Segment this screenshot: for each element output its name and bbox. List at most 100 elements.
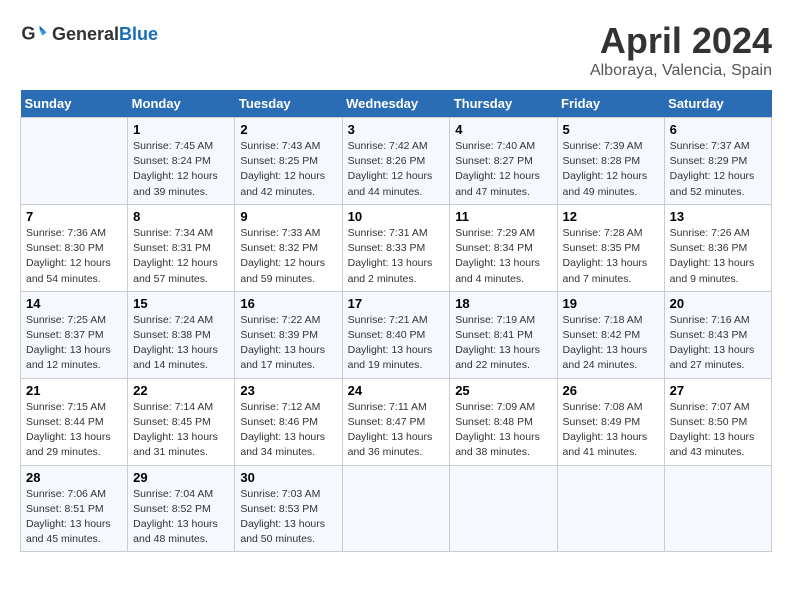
day-number: 12 bbox=[563, 209, 659, 224]
week-row-2: 14 Sunrise: 7:25 AMSunset: 8:37 PMDayligh… bbox=[21, 291, 772, 378]
day-info: Sunrise: 7:09 AMSunset: 8:48 PMDaylight:… bbox=[455, 400, 551, 461]
week-row-3: 21Sunrise: 7:15 AMSunset: 8:44 PMDayligh… bbox=[21, 378, 772, 465]
calendar-cell: 25 Sunrise: 7:09 AMSunset: 8:48 PMDayligh… bbox=[450, 378, 557, 465]
day-number: 1 bbox=[133, 122, 229, 137]
day-number: 26 bbox=[563, 383, 659, 398]
calendar-cell bbox=[342, 465, 450, 552]
calendar-cell bbox=[450, 465, 557, 552]
calendar-cell: 16Sunrise: 7:22 AMSunset: 8:39 PMDayligh… bbox=[235, 291, 342, 378]
header-cell-monday: Monday bbox=[128, 90, 235, 118]
header-row: SundayMondayTuesdayWednesdayThursdayFrid… bbox=[21, 90, 772, 118]
day-number: 13 bbox=[670, 209, 766, 224]
day-info: Sunrise: 7:24 AMSunset: 8:38 PMDaylight:… bbox=[133, 313, 229, 374]
day-info: Sunrise: 7:08 AMSunset: 8:49 PMDaylight:… bbox=[563, 400, 659, 461]
day-number: 20 bbox=[670, 296, 766, 311]
calendar-cell: 13 Sunrise: 7:26 AMSunset: 8:36 PMDayligh… bbox=[664, 204, 771, 291]
week-row-4: 28 Sunrise: 7:06 AMSunset: 8:51 PMDayligh… bbox=[21, 465, 772, 552]
day-number: 23 bbox=[240, 383, 336, 398]
day-number: 9 bbox=[240, 209, 336, 224]
day-number: 18 bbox=[455, 296, 551, 311]
day-number: 29 bbox=[133, 470, 229, 485]
header-cell-sunday: Sunday bbox=[21, 90, 128, 118]
day-info: Sunrise: 7:26 AMSunset: 8:36 PMDaylight:… bbox=[670, 226, 766, 287]
day-info: Sunrise: 7:43 AMSunset: 8:25 PMDaylight:… bbox=[240, 139, 336, 200]
calendar-cell: 1Sunrise: 7:45 AMSunset: 8:24 PMDaylight… bbox=[128, 118, 235, 205]
calendar-cell: 12 Sunrise: 7:28 AMSunset: 8:35 PMDayligh… bbox=[557, 204, 664, 291]
calendar-cell: 17 Sunrise: 7:21 AMSunset: 8:40 PMDayligh… bbox=[342, 291, 450, 378]
day-number: 30 bbox=[240, 470, 336, 485]
calendar-cell: 9 Sunrise: 7:33 AMSunset: 8:32 PMDaylight… bbox=[235, 204, 342, 291]
calendar-cell: 26 Sunrise: 7:08 AMSunset: 8:49 PMDayligh… bbox=[557, 378, 664, 465]
day-info: Sunrise: 7:11 AMSunset: 8:47 PMDaylight:… bbox=[348, 400, 445, 461]
day-info: Sunrise: 7:25 AMSunset: 8:37 PMDaylight:… bbox=[26, 313, 122, 374]
day-number: 15 bbox=[133, 296, 229, 311]
day-info: Sunrise: 7:39 AMSunset: 8:28 PMDaylight:… bbox=[563, 139, 659, 200]
day-number: 4 bbox=[455, 122, 551, 137]
day-info: Sunrise: 7:03 AMSunset: 8:53 PMDaylight:… bbox=[240, 487, 336, 548]
day-info: Sunrise: 7:18 AMSunset: 8:42 PMDaylight:… bbox=[563, 313, 659, 374]
calendar-cell: 24 Sunrise: 7:11 AMSunset: 8:47 PMDayligh… bbox=[342, 378, 450, 465]
calendar-cell bbox=[664, 465, 771, 552]
calendar-cell: 2 Sunrise: 7:43 AMSunset: 8:25 PMDaylight… bbox=[235, 118, 342, 205]
header-cell-wednesday: Wednesday bbox=[342, 90, 450, 118]
day-info: Sunrise: 7:15 AMSunset: 8:44 PMDaylight:… bbox=[26, 400, 122, 461]
day-info: Sunrise: 7:37 AMSunset: 8:29 PMDaylight:… bbox=[670, 139, 766, 200]
day-info: Sunrise: 7:16 AMSunset: 8:43 PMDaylight:… bbox=[670, 313, 766, 374]
week-row-1: 7Sunrise: 7:36 AMSunset: 8:30 PMDaylight… bbox=[21, 204, 772, 291]
calendar-cell: 29 Sunrise: 7:04 AMSunset: 8:52 PMDayligh… bbox=[128, 465, 235, 552]
week-row-0: 1Sunrise: 7:45 AMSunset: 8:24 PMDaylight… bbox=[21, 118, 772, 205]
calendar-cell: 8 Sunrise: 7:34 AMSunset: 8:31 PMDaylight… bbox=[128, 204, 235, 291]
day-number: 5 bbox=[563, 122, 659, 137]
day-number: 16 bbox=[240, 296, 336, 311]
day-number: 25 bbox=[455, 383, 551, 398]
calendar-cell: 5 Sunrise: 7:39 AMSunset: 8:28 PMDaylight… bbox=[557, 118, 664, 205]
logo-general-text: General bbox=[52, 24, 119, 44]
day-info: Sunrise: 7:40 AMSunset: 8:27 PMDaylight:… bbox=[455, 139, 551, 200]
day-info: Sunrise: 7:28 AMSunset: 8:35 PMDaylight:… bbox=[563, 226, 659, 287]
day-info: Sunrise: 7:42 AMSunset: 8:26 PMDaylight:… bbox=[348, 139, 445, 200]
day-info: Sunrise: 7:07 AMSunset: 8:50 PMDaylight:… bbox=[670, 400, 766, 461]
calendar-cell: 6 Sunrise: 7:37 AMSunset: 8:29 PMDaylight… bbox=[664, 118, 771, 205]
day-info: Sunrise: 7:33 AMSunset: 8:32 PMDaylight:… bbox=[240, 226, 336, 287]
calendar-cell: 19Sunrise: 7:18 AMSunset: 8:42 PMDayligh… bbox=[557, 291, 664, 378]
calendar-cell bbox=[557, 465, 664, 552]
logo-blue-text: Blue bbox=[119, 24, 158, 44]
day-number: 8 bbox=[133, 209, 229, 224]
calendar-cell: 4 Sunrise: 7:40 AMSunset: 8:27 PMDaylight… bbox=[450, 118, 557, 205]
day-info: Sunrise: 7:04 AMSunset: 8:52 PMDaylight:… bbox=[133, 487, 229, 548]
day-number: 17 bbox=[348, 296, 445, 311]
header-cell-thursday: Thursday bbox=[450, 90, 557, 118]
header-cell-tuesday: Tuesday bbox=[235, 90, 342, 118]
calendar-cell: 18 Sunrise: 7:19 AMSunset: 8:41 PMDayligh… bbox=[450, 291, 557, 378]
calendar-cell: 21Sunrise: 7:15 AMSunset: 8:44 PMDayligh… bbox=[21, 378, 128, 465]
calendar-cell: 20 Sunrise: 7:16 AMSunset: 8:43 PMDayligh… bbox=[664, 291, 771, 378]
calendar-cell: 15 Sunrise: 7:24 AMSunset: 8:38 PMDayligh… bbox=[128, 291, 235, 378]
calendar-header: SundayMondayTuesdayWednesdayThursdayFrid… bbox=[21, 90, 772, 118]
title-area: April 2024 Alboraya, Valencia, Spain bbox=[590, 20, 772, 80]
day-info: Sunrise: 7:14 AMSunset: 8:45 PMDaylight:… bbox=[133, 400, 229, 461]
day-info: Sunrise: 7:19 AMSunset: 8:41 PMDaylight:… bbox=[455, 313, 551, 374]
svg-text:G: G bbox=[21, 24, 35, 44]
calendar-cell: 30 Sunrise: 7:03 AMSunset: 8:53 PMDayligh… bbox=[235, 465, 342, 552]
month-title: April 2024 bbox=[590, 20, 772, 62]
day-number: 2 bbox=[240, 122, 336, 137]
day-info: Sunrise: 7:21 AMSunset: 8:40 PMDaylight:… bbox=[348, 313, 445, 374]
day-info: Sunrise: 7:06 AMSunset: 8:51 PMDaylight:… bbox=[26, 487, 122, 548]
day-number: 6 bbox=[670, 122, 766, 137]
day-number: 24 bbox=[348, 383, 445, 398]
day-number: 14 bbox=[26, 296, 122, 311]
day-number: 3 bbox=[348, 122, 445, 137]
day-info: Sunrise: 7:34 AMSunset: 8:31 PMDaylight:… bbox=[133, 226, 229, 287]
day-info: Sunrise: 7:29 AMSunset: 8:34 PMDaylight:… bbox=[455, 226, 551, 287]
calendar-cell: 3 Sunrise: 7:42 AMSunset: 8:26 PMDaylight… bbox=[342, 118, 450, 205]
calendar-cell: 27Sunrise: 7:07 AMSunset: 8:50 PMDayligh… bbox=[664, 378, 771, 465]
day-info: Sunrise: 7:36 AMSunset: 8:30 PMDaylight:… bbox=[26, 226, 122, 287]
calendar-cell: 7Sunrise: 7:36 AMSunset: 8:30 PMDaylight… bbox=[21, 204, 128, 291]
day-number: 22 bbox=[133, 383, 229, 398]
header: G GeneralBlue April 2024 Alboraya, Valen… bbox=[20, 20, 772, 80]
calendar-cell bbox=[21, 118, 128, 205]
calendar-table: SundayMondayTuesdayWednesdayThursdayFrid… bbox=[20, 90, 772, 552]
logo: G GeneralBlue bbox=[20, 20, 158, 48]
day-number: 28 bbox=[26, 470, 122, 485]
location: Alboraya, Valencia, Spain bbox=[590, 62, 772, 80]
